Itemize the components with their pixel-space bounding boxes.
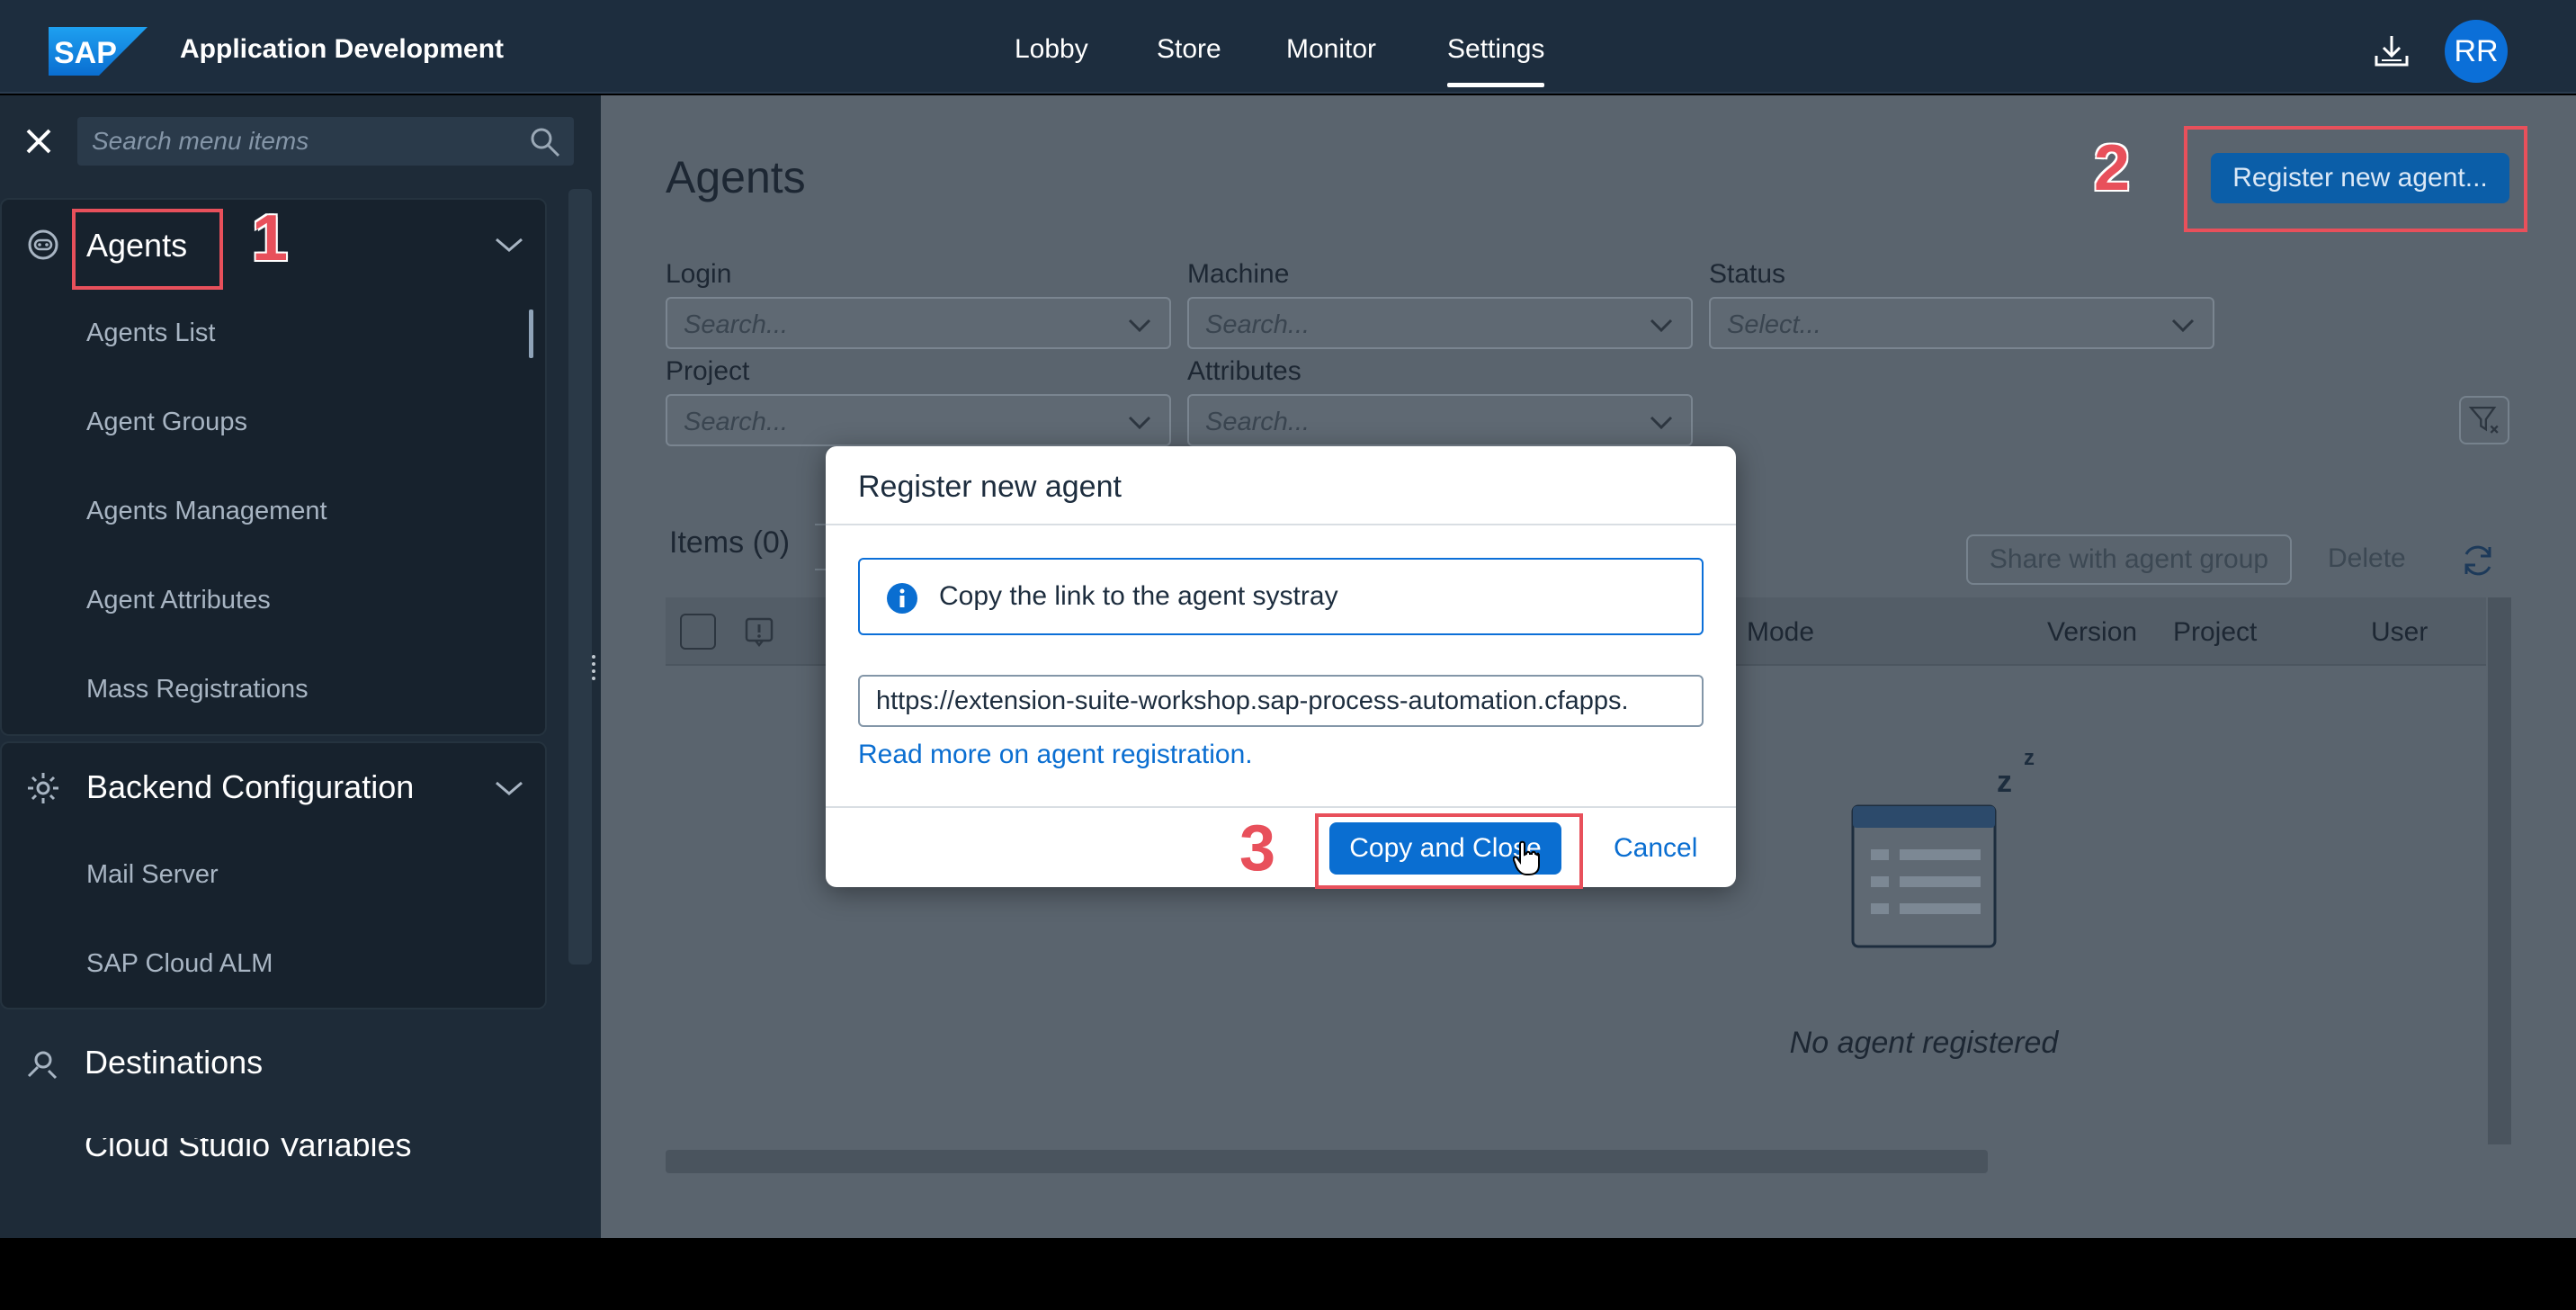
svg-text:z: z [2024, 746, 2035, 770]
filter-attributes-select[interactable]: Search... [1187, 394, 1693, 446]
chevron-down-icon[interactable] [493, 777, 525, 799]
user-avatar[interactable]: RR [2445, 20, 2508, 83]
annotation-box-agents [72, 209, 223, 290]
chevron-down-icon [1128, 319, 1151, 333]
nav-group-backend-configuration: Backend Configuration Mail Server SAP Cl… [0, 741, 547, 1009]
column-header-project[interactable]: Project [2173, 617, 2257, 648]
sap-logo[interactable]: SAP [49, 27, 148, 76]
alert-icon [745, 617, 774, 648]
dialog-title: Register new agent [858, 470, 1122, 504]
search-icon[interactable] [529, 126, 561, 158]
nav-monitor[interactable]: Monitor [1286, 34, 1376, 65]
nav-store[interactable]: Store [1157, 34, 1221, 65]
chevron-down-icon [1650, 319, 1673, 333]
sidebar-item-agent-groups[interactable]: Agent Groups [86, 408, 247, 437]
agent-link-input[interactable] [876, 677, 1700, 725]
shell-bar: SAP Application Development Lobby Store … [0, 0, 2576, 94]
info-icon [887, 583, 917, 614]
refresh-icon[interactable] [2459, 542, 2497, 579]
dialog-footer-divider [826, 806, 1736, 808]
menu-search [77, 117, 574, 166]
chevron-down-icon[interactable] [493, 234, 525, 256]
agent-link-field [858, 675, 1704, 727]
column-header-mode[interactable]: Mode [1747, 617, 1814, 648]
page-title: Agents [666, 152, 806, 202]
robot-icon [28, 229, 58, 260]
destinations-icon [27, 1051, 58, 1080]
menu-search-input[interactable] [92, 117, 505, 166]
table-vertical-scrollbar[interactable] [2488, 597, 2511, 1144]
filter-label-machine: Machine [1187, 259, 1290, 289]
delete-button[interactable]: Delete [2328, 543, 2406, 574]
gear-icon [28, 773, 58, 803]
app-title: Application Development [180, 34, 505, 64]
sidebar-item-mass-registrations[interactable]: Mass Registrations [86, 675, 309, 704]
sidebar-item-agents-list[interactable]: Agents List [86, 319, 215, 348]
chevron-down-icon [1128, 416, 1151, 430]
empty-state-illustration: z z [1851, 746, 2035, 948]
sidebar-item-mail-server[interactable]: Mail Server [86, 860, 219, 890]
items-count: Items (0) [669, 525, 791, 560]
svg-text:z: z [1997, 765, 2012, 799]
select-all-checkbox[interactable] [680, 614, 716, 650]
annotation-step-1: 1 [252, 202, 289, 274]
nav-settings[interactable]: Settings [1447, 34, 1545, 87]
sidebar-item-sap-cloud-alm[interactable]: SAP Cloud ALM [86, 949, 273, 979]
filter-machine-select[interactable]: Search... [1187, 297, 1693, 349]
info-message-strip: Copy the link to the agent systray [858, 558, 1704, 635]
filter-attributes-placeholder: Search... [1205, 408, 1310, 436]
filter-status-placeholder: Select... [1727, 310, 1821, 339]
filter-label-attributes: Attributes [1187, 356, 1301, 386]
filter-status-select[interactable]: Select... [1709, 297, 2214, 349]
filter-login-placeholder: Search... [684, 310, 789, 339]
sidebar-item-cloud-studio-variables-label: Cloud Studio Variables [85, 1138, 412, 1158]
annotation-box-copy [1315, 813, 1583, 889]
filter-label-status: Status [1709, 259, 1786, 289]
empty-state-text: No agent registered [1789, 1026, 2059, 1060]
column-header-version[interactable]: Version [2047, 617, 2137, 648]
chevron-down-icon [2171, 319, 2195, 333]
register-agent-dialog: Register new agent Copy the link to the … [826, 446, 1736, 887]
filter-login-select[interactable]: Search... [666, 297, 1171, 349]
filter-machine-placeholder: Search... [1205, 310, 1310, 339]
info-message-text: Copy the link to the agent systray [939, 581, 1338, 611]
nav-group-label-backend-configuration[interactable]: Backend Configuration [86, 768, 414, 806]
nav-lobby[interactable]: Lobby [1015, 34, 1088, 65]
resize-handle-icon[interactable] [590, 653, 597, 680]
annotation-step-3: 3 [1239, 812, 1276, 884]
filter-project-placeholder: Search... [684, 408, 789, 436]
table-horizontal-scrollbar[interactable] [666, 1150, 1988, 1173]
sidebar-item-agent-attributes[interactable]: Agent Attributes [86, 586, 271, 615]
column-header-user[interactable]: User [2371, 617, 2428, 648]
cancel-button[interactable]: Cancel [1614, 833, 1697, 864]
sidebar-scrollbar[interactable] [568, 189, 592, 965]
read-more-link[interactable]: Read more on agent registration. [858, 740, 1253, 770]
sidebar-item-destinations[interactable]: Destinations [85, 1044, 263, 1081]
share-with-agent-group-button[interactable]: Share with agent group [1966, 534, 2292, 585]
filter-label-project: Project [666, 356, 750, 386]
annotation-step-2: 2 [2094, 132, 2131, 204]
filter-project-select[interactable]: Search... [666, 394, 1171, 446]
download-icon[interactable] [2373, 32, 2411, 70]
sidebar-item-agents-management[interactable]: Agents Management [86, 497, 327, 526]
sidebar-item-cloud-studio-variables[interactable]: Cloud Studio Variables [85, 1138, 412, 1158]
chevron-down-icon [1650, 416, 1673, 430]
annotation-box-register [2184, 126, 2527, 232]
filter-label-login: Login [666, 259, 732, 289]
clear-filter-button[interactable] [2459, 396, 2509, 444]
svg-text:SAP: SAP [54, 36, 117, 70]
dialog-header-divider [826, 524, 1736, 525]
close-icon[interactable] [20, 122, 58, 160]
selected-item-indicator [529, 310, 533, 358]
clear-filter-icon [2468, 406, 2499, 434]
